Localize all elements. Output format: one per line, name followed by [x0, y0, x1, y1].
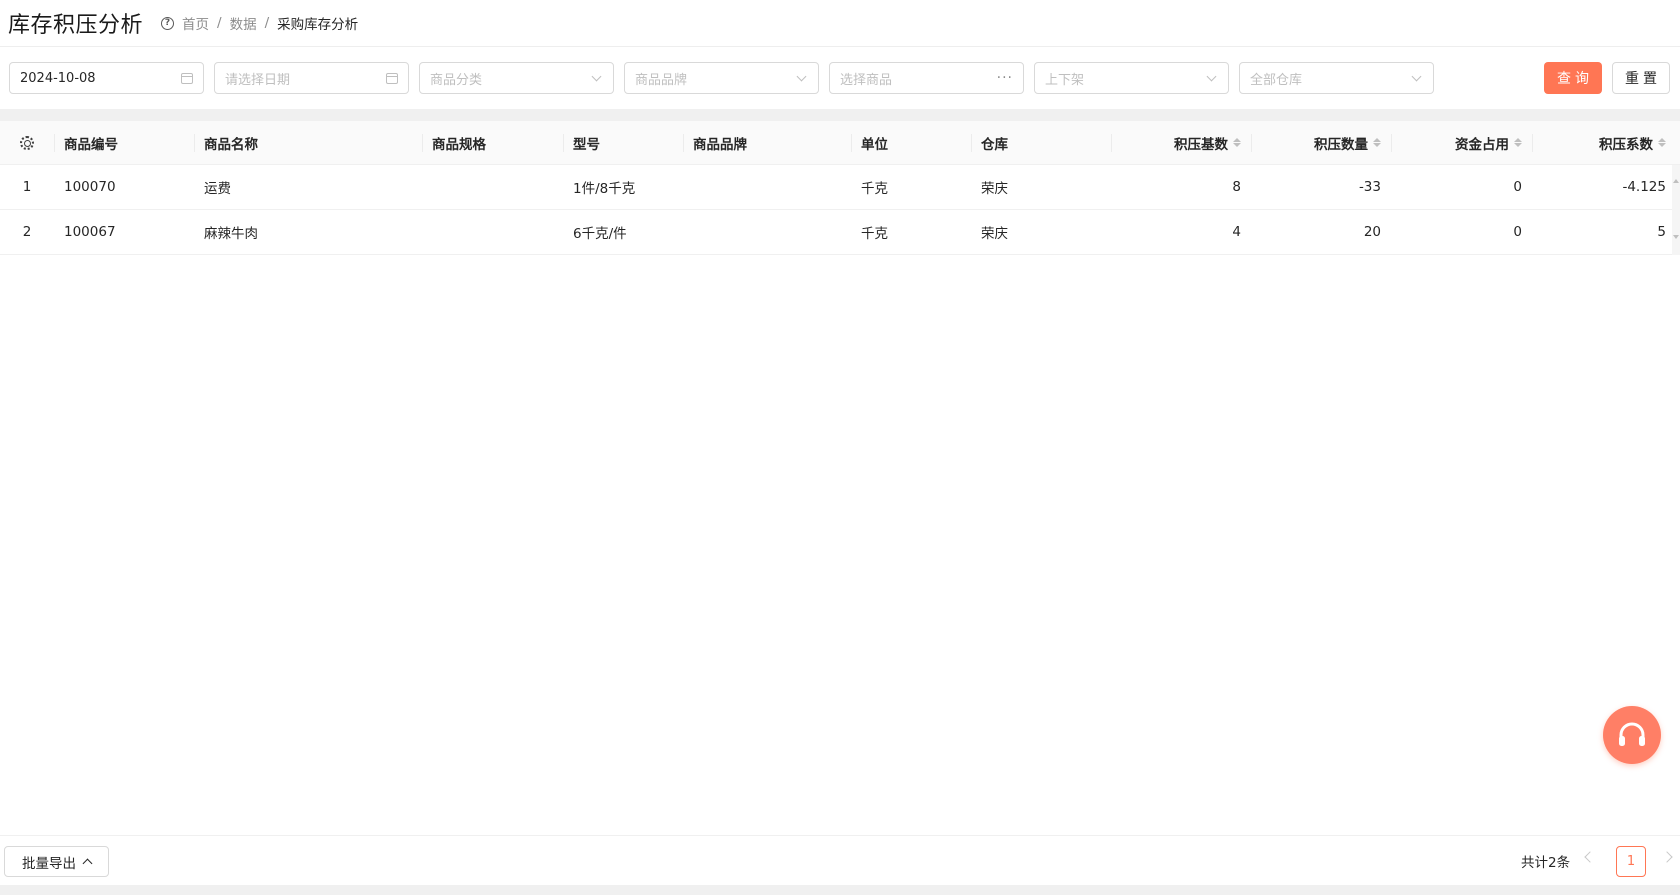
start-date-value: 2024-10-08	[20, 70, 96, 86]
column-header-label: 积压数量	[1314, 136, 1368, 153]
cell-model: 1件/8千克	[573, 181, 636, 197]
breadcrumb-separator: /	[264, 15, 270, 31]
sort-icon[interactable]	[1658, 138, 1666, 147]
cell-unit: 千克	[861, 226, 888, 242]
cell-qty: -33	[1358, 179, 1381, 195]
sortable-column-header[interactable]: 积压系数	[1532, 121, 1680, 164]
more-dots-icon[interactable]: ···	[997, 71, 1013, 85]
warehouse-select[interactable]: 全部仓库	[1239, 62, 1434, 94]
sortable-column-header[interactable]: 积压基数	[1111, 121, 1251, 164]
chevron-up-icon	[82, 858, 93, 869]
customer-support-button[interactable]	[1603, 706, 1661, 764]
scroll-down-icon[interactable]	[1673, 235, 1679, 239]
shelf-status-select[interactable]: 上下架	[1034, 62, 1229, 94]
cell-warehouse: 荣庆	[981, 226, 1008, 242]
cell-unit: 千克	[861, 181, 888, 197]
chevron-down-icon	[796, 71, 807, 81]
cell-funds: 0	[1513, 179, 1522, 195]
cell-brand	[683, 165, 851, 209]
brand-placeholder: 商品品牌	[635, 72, 688, 88]
cell-name: 运费	[204, 181, 231, 197]
table-row[interactable]: 1 100070 运费 1件/8千克 千克 荣庆 8 -33 0 -4.125	[0, 165, 1680, 210]
column-header: 商品名称	[194, 121, 422, 164]
gear-icon[interactable]	[20, 135, 34, 150]
breadcrumb-data[interactable]: 数据	[230, 13, 257, 33]
cell-name: 麻辣牛肉	[204, 226, 258, 242]
column-header-label: 积压系数	[1599, 136, 1653, 153]
breadcrumb-current: 采购库存分析	[277, 17, 359, 33]
row-index: 2	[22, 224, 32, 240]
bottom-strip	[0, 885, 1680, 895]
reset-button[interactable]: 重置	[1612, 62, 1670, 94]
start-date-input[interactable]: 2024-10-08	[9, 62, 204, 94]
help-icon[interactable]: ?	[161, 16, 175, 30]
cell-warehouse: 荣庆	[981, 181, 1008, 197]
warehouse-placeholder: 全部仓库	[1250, 72, 1303, 88]
column-header: 商品规格	[422, 121, 563, 164]
end-date-input[interactable]: 请选择日期	[214, 62, 409, 94]
page-number-button[interactable]: 1	[1616, 846, 1646, 877]
next-page-icon[interactable]	[1661, 851, 1673, 863]
cell-base: 4	[1232, 224, 1241, 240]
column-header-label: 资金占用	[1455, 136, 1509, 153]
chevron-down-icon	[1206, 71, 1217, 81]
section-divider	[0, 109, 1680, 121]
category-select[interactable]: 商品分类	[419, 62, 614, 94]
sort-icon[interactable]	[1514, 138, 1522, 147]
shelf-placeholder: 上下架	[1045, 72, 1085, 88]
prev-page-icon[interactable]	[1584, 851, 1596, 863]
batch-export-label: 批量导出	[22, 855, 76, 872]
sort-icon[interactable]	[1233, 138, 1241, 147]
table-row[interactable]: 2 100067 麻辣牛肉 6千克/件 千克 荣庆 4 20 0 5	[0, 210, 1680, 255]
cell-funds: 0	[1513, 224, 1522, 240]
breadcrumb-separator: /	[217, 15, 222, 31]
chevron-down-icon	[1411, 71, 1422, 81]
calendar-icon	[181, 72, 193, 84]
column-header: 单位	[851, 121, 971, 164]
column-header: 仓库	[971, 121, 1111, 164]
scroll-up-icon[interactable]	[1673, 179, 1679, 183]
calendar-icon	[386, 72, 398, 84]
query-button[interactable]: 查询	[1544, 62, 1602, 94]
product-picker[interactable]: 选择商品 ···	[829, 62, 1024, 94]
cell-spec	[422, 210, 563, 254]
total-count: 共计2条	[1521, 855, 1571, 871]
page-header: 库存积压分析 ? 首页 / 数据 / 采购库存分析	[0, 0, 1680, 47]
sortable-column-header[interactable]: 资金占用	[1391, 121, 1532, 164]
cell-qty: 20	[1363, 224, 1381, 240]
inventory-table: 商品编号 商品名称 商品规格 型号 商品品牌 单位 仓库 积压基数 积压数量 资…	[0, 121, 1680, 255]
batch-export-button[interactable]: 批量导出	[4, 846, 109, 877]
page-title: 库存积压分析	[8, 13, 144, 38]
column-header-label: 积压基数	[1174, 136, 1228, 153]
column-settings[interactable]	[0, 121, 54, 164]
category-placeholder: 商品分类	[430, 72, 483, 88]
table-header: 商品编号 商品名称 商品规格 型号 商品品牌 单位 仓库 积压基数 积压数量 资…	[0, 121, 1680, 165]
brand-select[interactable]: 商品品牌	[624, 62, 819, 94]
filter-bar: 2024-10-08 请选择日期 商品分类 商品品牌 选择商品 ··· 上下架 …	[0, 47, 1680, 109]
row-index: 1	[22, 179, 32, 195]
cell-code: 100070	[64, 179, 116, 195]
breadcrumb-home[interactable]: 首页	[182, 13, 209, 33]
cell-coef: 5	[1657, 224, 1666, 240]
column-header: 商品编号	[54, 121, 194, 164]
table-footer: 批量导出 共计2条 1	[0, 835, 1680, 885]
breadcrumb: ? 首页 / 数据 / 采购库存分析	[161, 13, 358, 33]
cell-model: 6千克/件	[573, 226, 627, 242]
table-scrollbar[interactable]	[1672, 165, 1680, 255]
cell-code: 100067	[64, 224, 116, 240]
cell-brand	[683, 210, 851, 254]
sort-icon[interactable]	[1373, 138, 1381, 147]
column-header: 商品品牌	[683, 121, 851, 164]
cell-spec	[422, 165, 563, 209]
cell-coef: -4.125	[1622, 179, 1666, 195]
chevron-down-icon	[591, 71, 602, 81]
sortable-column-header[interactable]: 积压数量	[1251, 121, 1391, 164]
cell-base: 8	[1232, 179, 1241, 195]
product-placeholder: 选择商品	[840, 72, 893, 88]
headset-icon	[1619, 722, 1645, 746]
column-header: 型号	[563, 121, 683, 164]
end-date-placeholder: 请选择日期	[225, 72, 291, 88]
